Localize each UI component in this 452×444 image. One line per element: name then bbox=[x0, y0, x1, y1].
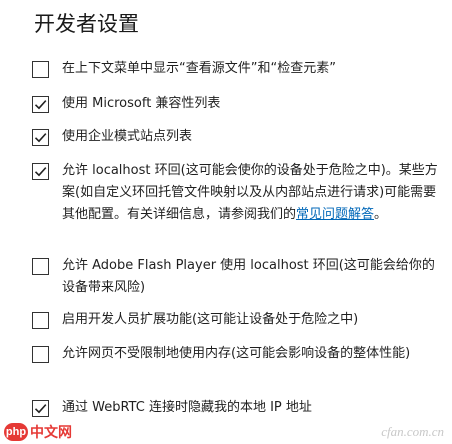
checkbox-view-source-inspect[interactable] bbox=[32, 61, 49, 78]
option-label: 通过 WebRTC 连接时隐藏我的本地 IP 地址 bbox=[62, 400, 312, 415]
watermark-site-text: 中文网 bbox=[30, 424, 72, 440]
checkmark-icon bbox=[34, 133, 47, 143]
option-label: 允许网页不受限制地使用内存(这可能会影响设备的整体性能) bbox=[62, 346, 411, 361]
option-unrestricted-memory[interactable]: 允许网页不受限制地使用内存(这可能会影响设备的整体性能) bbox=[32, 345, 442, 365]
checkmark-icon bbox=[34, 167, 47, 177]
checkbox-ms-compat-list[interactable] bbox=[32, 96, 49, 113]
option-label: 允许 Adobe Flash Player 使用 localhost 环回(这可… bbox=[62, 258, 435, 295]
option-label: 使用 Microsoft 兼容性列表 bbox=[62, 96, 221, 111]
developer-settings-page: 开发者设置 在上下文菜单中显示“查看源文件”和“检查元素” 使用 Microso… bbox=[0, 0, 452, 444]
option-dev-extensions[interactable]: 启用开发人员扩展功能(这可能让设备处于危险之中) bbox=[32, 311, 442, 331]
option-label: 使用企业模式站点列表 bbox=[62, 129, 193, 144]
checkbox-dev-extensions[interactable] bbox=[32, 312, 49, 329]
option-hide-ip-webrtc[interactable]: 通过 WebRTC 连接时隐藏我的本地 IP 地址 bbox=[32, 399, 442, 419]
checkbox-flash-localhost[interactable] bbox=[32, 258, 49, 275]
option-view-source-inspect[interactable]: 在上下文菜单中显示“查看源文件”和“检查元素” bbox=[32, 60, 442, 80]
option-flash-localhost[interactable]: 允许 Adobe Flash Player 使用 localhost 环回(这可… bbox=[32, 257, 442, 299]
checkbox-hide-ip-webrtc[interactable] bbox=[32, 400, 49, 417]
option-label: 允许 localhost 环回(这可能会使你的设备处于危险之中)。某些方案(如自… bbox=[62, 160, 442, 226]
php-logo-icon: php bbox=[4, 423, 28, 441]
checkbox-enterprise-mode-list[interactable] bbox=[32, 129, 49, 146]
option-allow-localhost[interactable]: 允许 localhost 环回(这可能会使你的设备处于危险之中)。某些方案(如自… bbox=[32, 162, 442, 226]
cfan-watermark: cfan.com.cn bbox=[381, 424, 444, 439]
faq-link[interactable]: 常见问题解答 bbox=[296, 207, 374, 222]
option-label: 在上下文菜单中显示“查看源文件”和“检查元素” bbox=[62, 61, 336, 76]
checkbox-unrestricted-memory[interactable] bbox=[32, 346, 49, 363]
option-ms-compat-list[interactable]: 使用 Microsoft 兼容性列表 bbox=[32, 95, 442, 115]
checkmark-icon bbox=[34, 404, 47, 414]
php-watermark: php 中文网 bbox=[4, 422, 72, 442]
option-label: 启用开发人员扩展功能(这可能让设备处于危险之中) bbox=[62, 312, 359, 327]
option-enterprise-mode-list[interactable]: 使用企业模式站点列表 bbox=[32, 128, 442, 148]
checkbox-allow-localhost[interactable] bbox=[32, 163, 49, 180]
option-label-suffix: 。 bbox=[374, 207, 388, 222]
checkmark-icon bbox=[34, 100, 47, 110]
page-title: 开发者设置 bbox=[34, 12, 139, 36]
